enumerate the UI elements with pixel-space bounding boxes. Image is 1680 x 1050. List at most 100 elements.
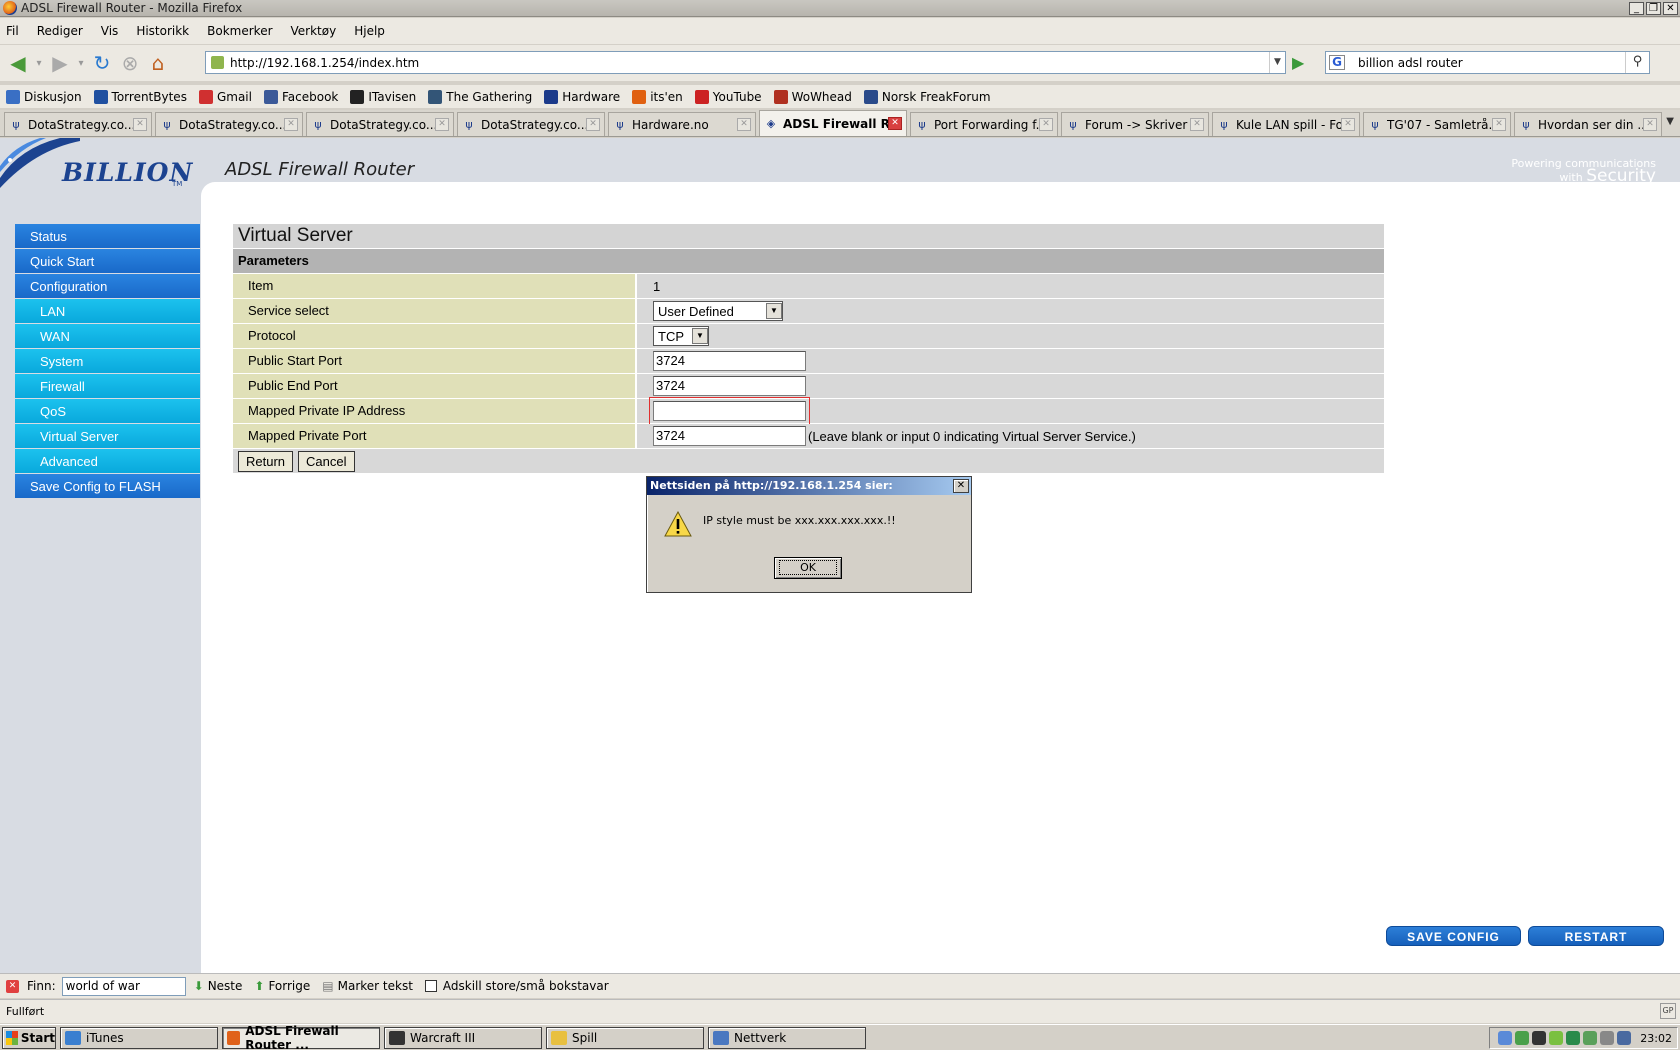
minimize-button[interactable]: _: [1629, 1, 1644, 15]
bookmark-item[interactable]: Norsk FreakForum: [863, 89, 991, 104]
taskbar-button[interactable]: ADSL Firewall Router ...: [222, 1024, 380, 1050]
bookmark-item[interactable]: ITavisen: [350, 89, 416, 104]
menu-bookmarks[interactable]: Bokmerker: [207, 24, 272, 38]
chevron-down-icon[interactable]: ▼: [766, 303, 782, 319]
mapped-port-input[interactable]: 3724: [653, 426, 806, 446]
reload-icon[interactable]: ↻: [88, 50, 116, 76]
bookmark-item[interactable]: Gmail: [198, 89, 252, 104]
network-tray-icon[interactable]: [1515, 1031, 1530, 1045]
cancel-button[interactable]: Cancel: [298, 450, 355, 472]
sidebar-item-quick-start[interactable]: Quick Start: [15, 249, 200, 273]
home-icon[interactable]: ⌂: [144, 50, 172, 76]
close-window-button[interactable]: ✕: [1663, 1, 1678, 15]
find-input[interactable]: world of war: [61, 976, 186, 996]
volume-tray-icon[interactable]: [1600, 1031, 1615, 1045]
tab[interactable]: ψ TG'07 - Samletrå... ✕: [1363, 112, 1511, 136]
url-bar[interactable]: http://192.168.1.254/index.htm ▼: [205, 51, 1286, 74]
messenger-tray-icon[interactable]: [1617, 1031, 1632, 1045]
tab-close-icon[interactable]: ✕: [1341, 118, 1355, 131]
sidebar-item-qos[interactable]: QoS: [15, 399, 200, 423]
tab-close-icon[interactable]: ✕: [133, 118, 147, 131]
taskbar-button[interactable]: iTunes: [60, 1026, 218, 1049]
tab-close-icon[interactable]: ✕: [737, 118, 751, 131]
tab-active[interactable]: ◈ ADSL Firewall R...✕: [759, 110, 907, 136]
tab-close-icon[interactable]: ✕: [435, 118, 449, 131]
highlight-button[interactable]: ▤ Marker tekst: [322, 979, 413, 993]
menu-help[interactable]: Hjelp: [354, 24, 385, 38]
stop-icon[interactable]: ⊗: [116, 50, 144, 76]
bookmark-item[interactable]: TorrentBytes: [93, 89, 187, 104]
bookmark-item[interactable]: its'en: [632, 89, 683, 104]
tab-list-icon[interactable]: ▼: [1666, 116, 1674, 127]
find-prev-button[interactable]: ⬆ Forrige: [254, 979, 310, 993]
itunes-tray-icon[interactable]: [1498, 1031, 1513, 1045]
sidebar-item-wan[interactable]: WAN: [15, 324, 200, 348]
sidebar-item-system[interactable]: System: [15, 349, 200, 373]
go-icon[interactable]: ▶: [1292, 53, 1304, 72]
tab[interactable]: ψ Port Forwarding f... ✕: [910, 112, 1058, 136]
menu-tools[interactable]: Verktøy: [291, 24, 337, 38]
tab[interactable]: ψ DotaStrategy.co... ✕: [457, 112, 605, 136]
tab-close-icon[interactable]: ✕: [1039, 118, 1053, 131]
menu-history[interactable]: Historikk: [136, 24, 189, 38]
public-end-port-input[interactable]: 3724: [653, 376, 806, 396]
tab-close-icon[interactable]: ✕: [888, 117, 902, 130]
sidebar-item-configuration[interactable]: Configuration: [15, 274, 200, 298]
tab[interactable]: ψ Kule LAN spill - Fo...✕: [1212, 112, 1360, 136]
dialog-close-button[interactable]: ✕: [953, 479, 969, 493]
sidebar-item-firewall[interactable]: Firewall: [15, 374, 200, 398]
restart-button[interactable]: RESTART: [1528, 926, 1664, 946]
forward-history-icon[interactable]: ▾: [74, 50, 88, 76]
sidebar-item-advanced[interactable]: Advanced: [15, 449, 200, 473]
tab-close-icon[interactable]: ✕: [586, 118, 600, 131]
start-button[interactable]: Start: [2, 1026, 56, 1049]
taskbar-button[interactable]: Spill: [546, 1026, 704, 1049]
back-history-icon[interactable]: ▾: [32, 50, 46, 76]
menu-view[interactable]: Vis: [101, 24, 119, 38]
match-case-option[interactable]: Adskill store/små bokstavar: [424, 979, 609, 993]
google-engine-icon[interactable]: G: [1329, 55, 1345, 70]
tab-close-icon[interactable]: ✕: [1643, 118, 1657, 131]
tab-close-icon[interactable]: ✕: [284, 118, 298, 131]
menu-file[interactable]: Fil: [6, 24, 19, 38]
bookmark-item[interactable]: Hardware: [544, 89, 620, 104]
tab[interactable]: ψ DotaStrategy.co... ✕: [4, 112, 152, 136]
restore-button[interactable]: ❐: [1646, 1, 1661, 15]
update-tray-icon[interactable]: [1583, 1031, 1598, 1045]
ok-button[interactable]: OK: [774, 557, 842, 579]
app-tray-icon[interactable]: [1532, 1031, 1547, 1045]
tab-close-icon[interactable]: ✕: [1190, 118, 1204, 131]
close-findbar-icon[interactable]: ✕: [6, 979, 19, 993]
protocol-select[interactable]: TCP ▼: [653, 326, 709, 346]
back-icon[interactable]: ◀: [4, 50, 32, 76]
mapped-ip-input[interactable]: [649, 397, 810, 425]
utility-tray-icon[interactable]: [1566, 1031, 1581, 1045]
shield-tray-icon[interactable]: [1549, 1031, 1564, 1045]
forward-icon[interactable]: ▶: [46, 50, 74, 76]
return-button[interactable]: Return: [238, 450, 294, 472]
bookmark-item[interactable]: WoWhead: [773, 89, 852, 104]
tab[interactable]: ψ Hardware.no ✕: [608, 112, 756, 136]
search-bar[interactable]: G billion adsl router ⚲: [1325, 51, 1650, 74]
find-next-button[interactable]: ⬇ Neste: [194, 979, 243, 993]
menu-edit[interactable]: Rediger: [37, 24, 83, 38]
sidebar-item-save-config-to-flash[interactable]: Save Config to FLASH: [15, 474, 200, 498]
service-select[interactable]: User Defined ▼: [653, 301, 783, 321]
save-config-button[interactable]: SAVE CONFIG: [1386, 926, 1521, 946]
chevron-down-icon[interactable]: ▼: [692, 328, 708, 344]
addon-status-icon[interactable]: GP: [1660, 1003, 1676, 1019]
tab[interactable]: ψ Forum -> Skriver ...✕: [1061, 112, 1209, 136]
tab-close-icon[interactable]: ✕: [1492, 118, 1506, 131]
sidebar-item-lan[interactable]: LAN: [15, 299, 200, 323]
tab[interactable]: ψ Hvordan ser din ... ✕: [1514, 112, 1662, 136]
bookmark-item[interactable]: Facebook: [263, 89, 338, 104]
match-case-checkbox[interactable]: [424, 980, 437, 992]
tab[interactable]: ψ DotaStrategy.co... ✕: [155, 112, 303, 136]
bookmark-item[interactable]: The Gathering: [428, 89, 532, 104]
search-icon[interactable]: ⚲: [1625, 52, 1649, 73]
taskbar-button[interactable]: Warcraft III: [384, 1026, 542, 1049]
taskbar-button[interactable]: Nettverk: [708, 1026, 866, 1049]
bookmark-item[interactable]: YouTube: [694, 89, 762, 104]
sidebar-item-status[interactable]: Status: [15, 224, 200, 248]
public-start-port-input[interactable]: 3724: [653, 351, 806, 371]
